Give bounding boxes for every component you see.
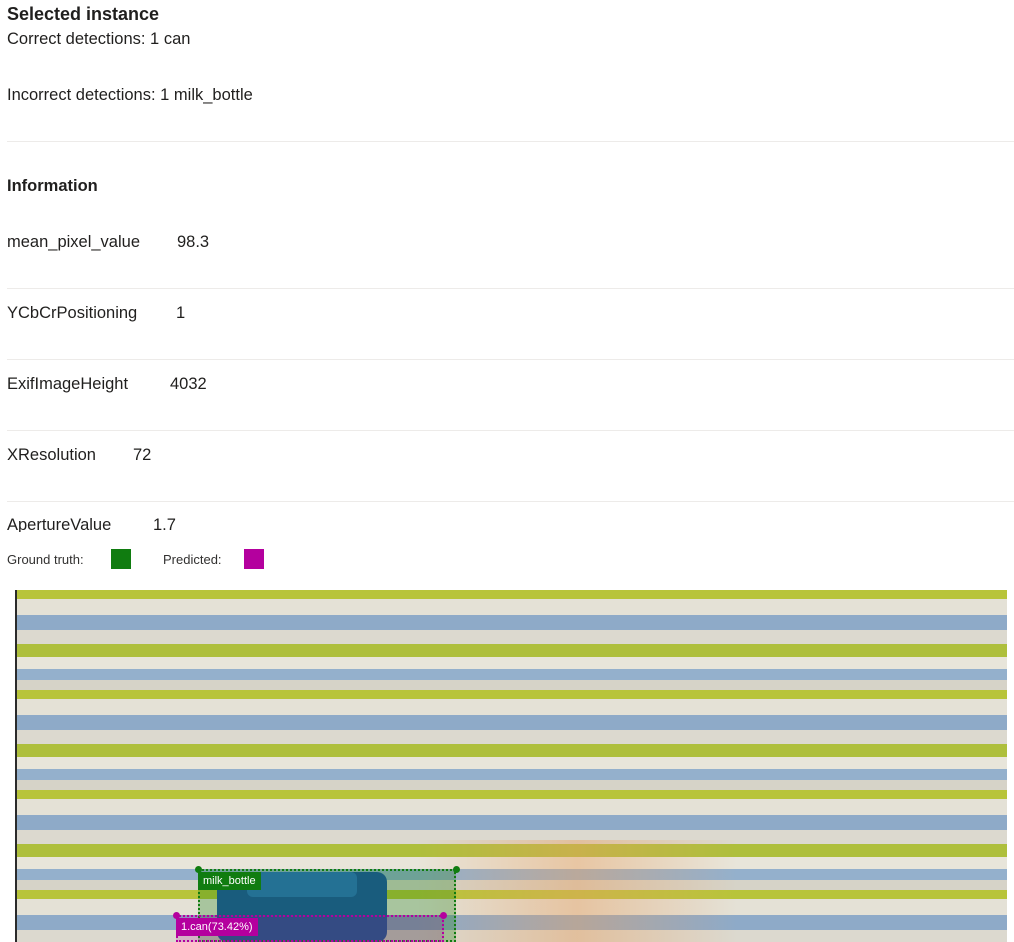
photo-stripe [17,599,1007,615]
photo-stripe [17,790,1007,799]
photo-stripe [17,799,1007,815]
photo-stripe [17,669,1007,680]
info-key: ApertureValue [7,516,112,532]
photo-stripe [17,744,1007,757]
box-corner-handle[interactable] [453,866,460,873]
info-row-exifimageheight: ExifImageHeight 4032 [7,375,1014,446]
striped-background-photo [17,590,1007,942]
photo-stripe [17,657,1007,669]
info-value: 1 [176,304,186,322]
row-divider [7,430,1014,431]
info-key: YCbCrPositioning [7,304,138,322]
info-row-xresolution: XResolution 72 [7,446,1014,517]
incorrect-detections-text: Incorrect detections: 1 milk_bottle [7,86,253,104]
ground-truth-swatch [111,549,131,569]
photo-stripe [17,644,1007,657]
predicted-swatch [244,549,264,569]
info-value: 1.7 [153,516,176,532]
selected-instance-title: Selected instance [7,4,160,24]
photo-stripe [17,730,1007,744]
photo-stripe [17,615,1007,630]
photo-stripe [17,630,1007,644]
photo-stripe [17,680,1007,690]
row-divider [7,288,1014,289]
photo-stripe [17,699,1007,715]
info-row-ycbcrpositioning: YCbCrPositioning 1 [7,304,1014,375]
info-row-mean-pixel-value: mean_pixel_value 98.3 [7,233,1014,304]
image-viewer[interactable]: milk_bottle 1.can(73.42%) [15,590,1007,942]
information-title: Information [7,177,98,195]
info-row-aperturevalue: ApertureValue 1.7 [7,516,1014,532]
info-key: mean_pixel_value [7,233,141,251]
ground-truth-box-label: milk_bottle [198,872,261,890]
photo-stripe [17,715,1007,730]
row-divider [7,501,1014,502]
ground-truth-legend-label: Ground truth: [7,552,84,567]
row-divider [7,359,1014,360]
photo-stripe [17,590,1007,599]
section-divider [7,141,1014,142]
instance-details-panel: Selected instance Correct detections: 1 … [7,0,1014,532]
photo-stripe [17,690,1007,699]
correct-detections-text: Correct detections: 1 can [7,30,191,48]
predicted-legend-label: Predicted: [163,552,222,567]
info-key: ExifImageHeight [7,375,129,393]
info-value: 98.3 [177,233,210,251]
info-value: 72 [133,446,152,464]
photo-stripe [17,757,1007,769]
predicted-box-label: 1.can(73.42%) [176,918,258,936]
info-key: XResolution [7,446,96,464]
photo-stripe [17,815,1007,830]
photo-stripe [17,780,1007,790]
box-corner-handle[interactable] [440,912,447,919]
photo-stripe [17,769,1007,780]
info-value: 4032 [170,375,207,393]
